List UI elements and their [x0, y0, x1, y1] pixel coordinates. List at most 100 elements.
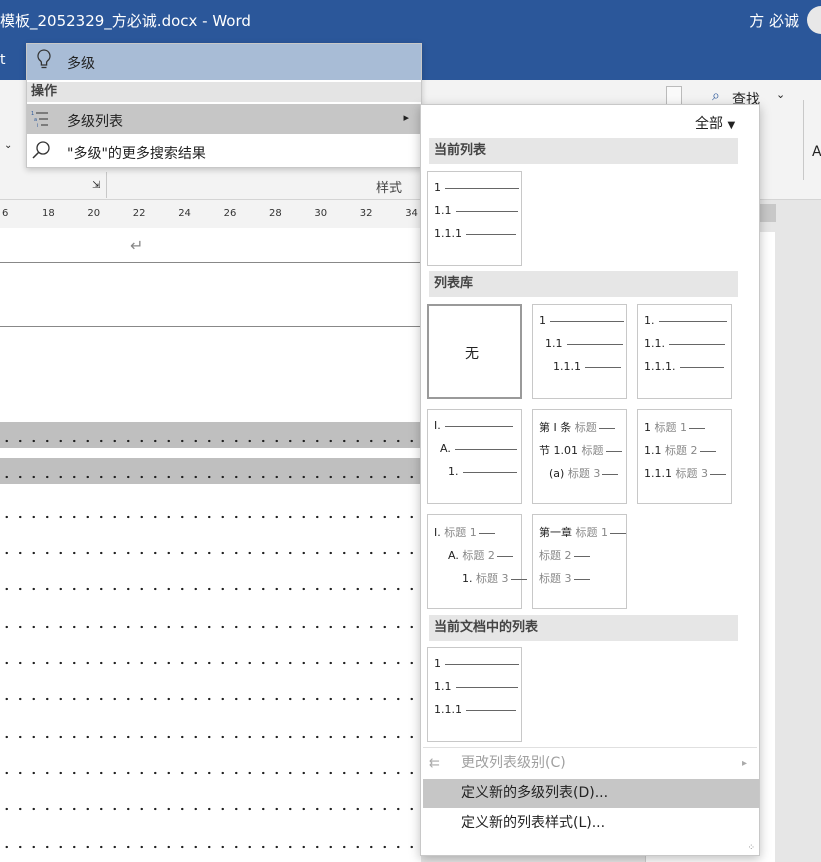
- toc-leader: [0, 439, 421, 443]
- tell-me-dropdown: 多级 操作 1ai 多级列表 ▸ "多级"的更多搜索结果: [26, 43, 422, 168]
- none-label: 无: [465, 346, 479, 362]
- tab-fragment[interactable]: t: [0, 52, 6, 68]
- search-icon: [31, 140, 51, 164]
- thumb-number: 1.: [462, 572, 476, 585]
- thumb-heading-label: 标题 1: [444, 526, 477, 539]
- thumb-line: I.: [434, 419, 513, 432]
- horizontal-rule: [0, 262, 421, 263]
- dialog-launcher-icon[interactable]: ⇲: [92, 180, 100, 191]
- multilevel-list-gallery: 全部 ▼ 当前列表 1 1.1 1.1.1 列表库 无 1 1.1 1.1.1 1. 1.…: [420, 104, 760, 856]
- thumb-rule: [566, 343, 623, 345]
- thumb-number: 1: [434, 181, 441, 194]
- thumb-number: I.: [434, 526, 445, 539]
- chevron-right-icon: ▸: [403, 111, 409, 124]
- thumb-number: 1.1.1: [644, 467, 676, 480]
- toc-leader: [0, 551, 421, 555]
- thumb-rule: [610, 532, 626, 534]
- document-page[interactable]: ↵: [0, 228, 421, 862]
- thumb-number: 第一章: [539, 526, 576, 539]
- multilevel-list-result[interactable]: 1ai 多级列表 ▸: [27, 104, 421, 134]
- thumb-line: 1: [539, 314, 624, 327]
- filter-label: 全部: [695, 116, 723, 132]
- thumb-rule: [445, 187, 519, 189]
- styles-group-label: 样式: [376, 181, 403, 196]
- thumb-line: 第 I 条 标题: [539, 419, 615, 435]
- thumb-number: 1.1.1: [553, 360, 581, 373]
- section-header-actions: 操作: [27, 82, 421, 102]
- thumb-rule: [573, 555, 590, 557]
- list-thumb-current[interactable]: 1 1.1 1.1.1: [427, 171, 522, 266]
- chevron-down-icon[interactable]: ⌄: [776, 88, 785, 101]
- change-list-level-label: 更改列表级别(C): [461, 755, 566, 771]
- toc-leader: [0, 661, 421, 665]
- thumb-rule: [598, 427, 615, 429]
- horizontal-ruler[interactable]: 6 18 20 22 24 26 28 30 32 34: [0, 200, 430, 228]
- caret-down-icon: ▼: [727, 120, 736, 131]
- ruler-tick-label: 34: [405, 208, 418, 219]
- list-thumb-article[interactable]: 第 I 条 标题节 1.01 标题 (a) 标题 3: [532, 409, 627, 504]
- more-results-item[interactable]: "多级"的更多搜索结果: [27, 136, 421, 166]
- ribbon-divider: [106, 172, 107, 198]
- thumb-line: 节 1.01 标题: [539, 442, 622, 458]
- list-thumb-chapter[interactable]: 第一章 标题 1 标题 2 标题 3: [532, 514, 627, 609]
- thumb-rule: [573, 578, 590, 580]
- ribbon-divider: [803, 100, 804, 180]
- multilevel-list-icon: 1ai: [31, 110, 49, 132]
- thumb-rule: [679, 366, 724, 368]
- thumb-rule: [658, 320, 727, 322]
- thumb-rule: [466, 233, 516, 235]
- list-thumb-numeric-dot[interactable]: 1. 1.1. 1.1.1.: [637, 304, 732, 399]
- thumb-line: 1.1.1: [434, 703, 516, 716]
- search-box[interactable]: 多级: [27, 44, 421, 80]
- ruler-tick-label: 22: [132, 208, 146, 219]
- thumb-heading-label: 标题 3: [476, 572, 509, 585]
- ruler-tick-label: 30: [314, 208, 328, 219]
- thumb-line: 1.1.1: [553, 360, 621, 373]
- define-list-style-label: 定义新的列表样式(L)...: [461, 815, 606, 831]
- thumb-line: A.: [440, 442, 517, 455]
- user-name[interactable]: 方 必诚: [749, 10, 799, 31]
- toc-row-shaded: [0, 458, 421, 484]
- thumb-number: 1.: [644, 314, 655, 327]
- thumb-line: 第一章 标题 1: [539, 524, 626, 540]
- thumb-rule: [602, 473, 619, 475]
- ruler-tick-label: 26: [223, 208, 237, 219]
- change-list-level-item[interactable]: ⇇ 更改列表级别(C) ▸: [423, 749, 759, 778]
- title-bar: 模板_2052329_方必诚.docx - Word 方 必诚: [0, 0, 821, 40]
- list-thumb-roman[interactable]: I. A. 1.: [427, 409, 522, 504]
- chevron-right-icon: ▸: [741, 758, 747, 769]
- thumb-number: (a): [549, 467, 568, 480]
- thumb-rule: [444, 425, 513, 427]
- thumb-rule: [585, 366, 621, 368]
- thumb-heading-label: 标题: [574, 421, 597, 434]
- thumb-heading-label: 标题 2: [539, 549, 572, 562]
- thumb-number: 1.1: [434, 204, 452, 217]
- define-multilevel-list-item[interactable]: 定义新的多级列表(D)...: [423, 779, 759, 808]
- list-thumb-numeric[interactable]: 1 1.1 1.1.1: [532, 304, 627, 399]
- thumb-line: 1: [434, 181, 519, 194]
- thumb-number: A.: [440, 442, 451, 455]
- search-icon: ⌕: [712, 88, 720, 104]
- thumb-line: 1.: [644, 314, 727, 327]
- thumb-line: 标题 2: [539, 547, 590, 563]
- thumb-line: 1.1: [434, 680, 518, 693]
- avatar[interactable]: [807, 6, 821, 34]
- list-thumb-heading-roman[interactable]: I. 标题 1 A. 标题 2 1. 标题 3: [427, 514, 527, 609]
- define-list-style-item[interactable]: 定义新的列表样式(L)...: [423, 809, 759, 838]
- thumb-rule: [445, 663, 519, 665]
- section-current-list: 当前列表: [429, 138, 738, 164]
- search-query[interactable]: 多级: [67, 53, 95, 73]
- ruler-tick-label: 6: [2, 208, 9, 219]
- list-thumb-none[interactable]: 无: [427, 304, 522, 399]
- list-thumb-document[interactable]: 1 1.1 1.1.1: [427, 647, 522, 742]
- filter-dropdown[interactable]: 全部 ▼: [695, 113, 735, 133]
- thumb-heading-label: 标题 2: [462, 549, 495, 562]
- thumb-heading-label: 标题 3: [675, 467, 709, 480]
- thumb-rule: [454, 448, 517, 450]
- thumb-rule: [689, 427, 705, 429]
- paragraph-mark: ↵: [130, 236, 144, 255]
- list-thumb-heading-numeric[interactable]: 1 标题 1 1.1 标题 2 1.1.1 标题 3: [637, 409, 732, 504]
- chevron-down-icon[interactable]: ⌄: [4, 140, 12, 151]
- thumb-heading-label: 标题 1: [575, 526, 609, 539]
- resize-grip-icon[interactable]: ⁘: [747, 843, 755, 853]
